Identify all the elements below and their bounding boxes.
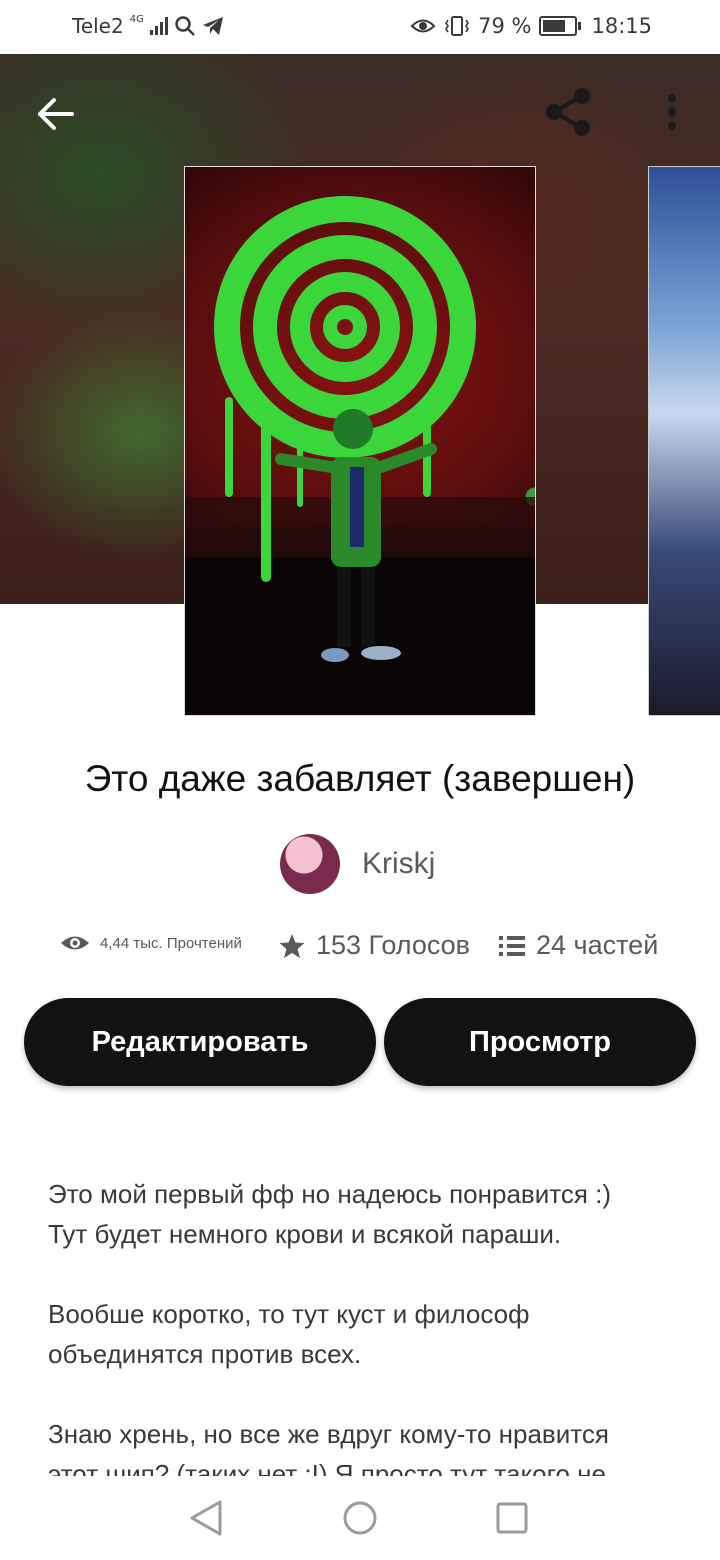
description-line: Знаю хрень, но все же вдруг кому-то нрав… <box>48 1419 609 1449</box>
nav-recents-icon[interactable] <box>494 1498 530 1538</box>
cover-artwork <box>185 196 535 715</box>
battery-icon <box>539 16 582 36</box>
carrier-name: Tele2 <box>72 14 124 38</box>
search-icon <box>175 16 195 36</box>
description-paragraph: Вообше коротко, то тут куст и философ об… <box>48 1294 678 1374</box>
description-line: Вообше коротко, то тут куст и философ <box>48 1299 530 1329</box>
star-icon <box>279 933 305 958</box>
description-paragraph: Знаю хрень, но все же вдруг кому-то нрав… <box>48 1414 678 1480</box>
parts-count: 24 частей <box>536 930 659 960</box>
share-icon[interactable] <box>540 84 596 140</box>
nav-home-icon[interactable] <box>342 1498 378 1538</box>
story-stats: 4,44 тыс. Прочтений 153 Голосов 24 часте… <box>60 930 670 970</box>
vibrate-icon <box>445 16 470 36</box>
votes-count: 153 Голосов <box>316 930 471 960</box>
story-cover[interactable] <box>184 166 536 716</box>
preview-button[interactable]: Просмотр <box>384 998 696 1086</box>
author-name[interactable]: Kriskj <box>362 847 435 881</box>
eye-icon <box>61 936 89 950</box>
status-bar: Tele2 4G 79 % 18:15 <box>0 0 720 54</box>
status-left: Tele2 4G <box>72 14 224 38</box>
description-line: объединятся против всех. <box>48 1339 362 1369</box>
signal-icon <box>149 17 168 35</box>
parts-stat: 24 частей <box>498 930 658 961</box>
system-nav-bar <box>0 1476 720 1560</box>
battery-percent: 79 % <box>478 14 532 38</box>
reads-stat: 4,44 тыс. Прочтений <box>60 932 242 954</box>
story-title: Это даже забавляет (завершен) <box>84 758 636 799</box>
nav-back-icon[interactable] <box>188 1498 224 1538</box>
description-line: Это мой первый фф но надеюсь понравится … <box>48 1179 612 1209</box>
list-icon <box>499 935 525 956</box>
clock: 18:15 <box>591 14 652 38</box>
avatar[interactable] <box>280 834 340 894</box>
description-line: Тут будет немного крови и всякой параши. <box>48 1219 562 1249</box>
votes-stat: 153 Голосов <box>278 930 470 961</box>
next-story-cover[interactable] <box>648 166 720 716</box>
network-type: 4G <box>129 14 144 25</box>
more-options-icon[interactable] <box>654 90 690 138</box>
edit-button[interactable]: Редактировать <box>24 998 376 1086</box>
reads-count: 4,44 тыс. Прочтений <box>100 934 242 952</box>
telegram-icon <box>202 17 223 35</box>
status-right: 79 % 18:15 <box>410 14 652 38</box>
back-arrow-icon[interactable] <box>34 92 78 136</box>
author-link[interactable]: Kriskj <box>280 834 435 894</box>
eye-comfort-icon <box>410 19 436 33</box>
story-description: Это мой первый фф но надеюсь понравится … <box>48 1174 678 1480</box>
description-paragraph: Это мой первый фф но надеюсь понравится … <box>48 1174 678 1254</box>
